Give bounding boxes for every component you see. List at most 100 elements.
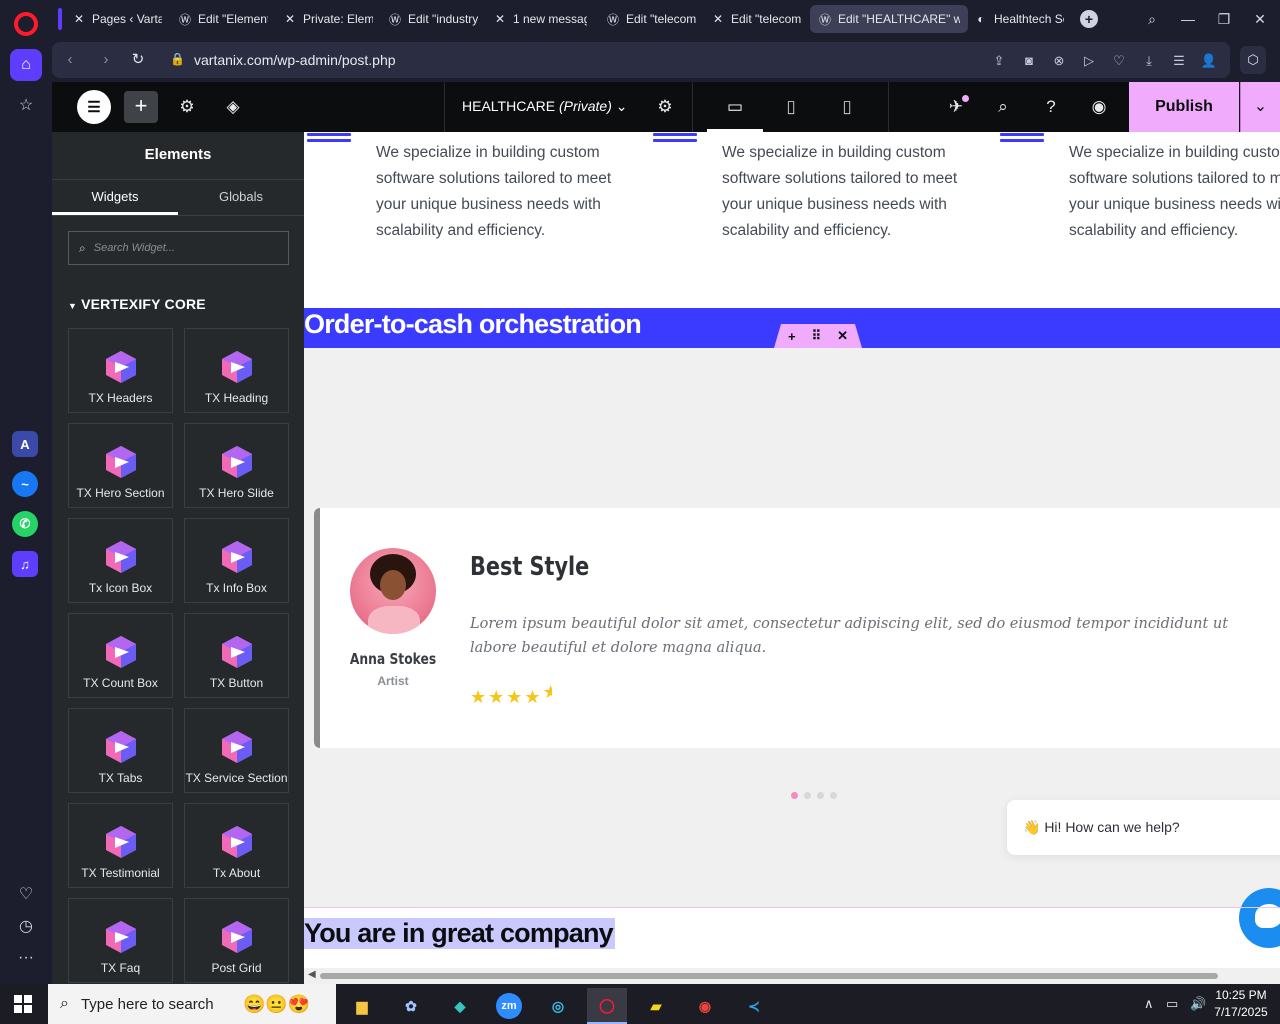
widget-tx-count-box[interactable]: TX Count Box (68, 613, 173, 698)
volume-icon[interactable]: 🔊 (1190, 996, 1206, 1012)
tab-edit-industry[interactable]: Ⓦ Edit "industry" (380, 5, 486, 33)
elementor-logo-icon[interactable]: ☰ (77, 90, 111, 124)
messenger-icon[interactable]: ~ (12, 471, 38, 497)
testimonial-card[interactable]: Anna Stokes Artist Best Style Lorem ipsu… (314, 508, 1280, 748)
search-widget-input[interactable] (93, 242, 264, 254)
opera-taskbar-icon[interactable]: ◯ (587, 988, 627, 1024)
star-icon[interactable]: ☆ (10, 89, 42, 121)
widget-tx-info-box[interactable]: Tx Info Box (184, 518, 289, 603)
easy-setup-icon[interactable]: ☰ (1170, 52, 1188, 70)
carousel-dot[interactable] (817, 792, 824, 799)
restore-button[interactable]: ❐ (1212, 8, 1236, 30)
tray-expand-icon[interactable]: ∧ (1144, 996, 1154, 1012)
edge-icon[interactable]: ◎ (538, 988, 578, 1024)
widget-tx-faq[interactable]: TX Faq (68, 898, 173, 983)
delete-section-icon[interactable]: ✕ (837, 328, 848, 344)
search-tabs-icon[interactable]: ⌕ (1140, 8, 1164, 30)
widget-post-grid[interactable]: Post Grid (184, 898, 289, 983)
tab-edit-healthcare[interactable]: ⓌEdit "HEALTHCARE" with (810, 5, 968, 33)
company-heading[interactable]: You are in great company (304, 918, 615, 949)
widget-tx-icon-box[interactable]: Tx Icon Box (68, 518, 173, 603)
tab-healthtech[interactable]: ◐ Healthtech So (966, 5, 1072, 33)
file-explorer-icon[interactable]: ▆ (342, 988, 382, 1024)
add-section-icon[interactable]: + (788, 329, 796, 344)
whatsapp-icon[interactable]: ✆ (12, 511, 38, 537)
publish-options-chevron-icon[interactable]: ⌄ (1240, 82, 1280, 132)
network-icon[interactable]: ▭ (1166, 996, 1178, 1012)
widget-tx-hero-section[interactable]: TX Hero Section (68, 423, 173, 508)
system-clock[interactable]: 10:25 PM 7/17/2025 (1210, 987, 1272, 1021)
back-button[interactable]: ‹ (60, 50, 80, 70)
taskbar-search-input[interactable] (80, 995, 231, 1013)
widget-tx-about[interactable]: Tx About (184, 803, 289, 888)
carousel-dot[interactable] (830, 792, 837, 799)
taskbar-search[interactable]: ⌕ 😄😐😍 (48, 984, 336, 1024)
minimize-button[interactable]: — (1176, 8, 1200, 30)
camera-icon[interactable]: ◙ (1020, 52, 1038, 70)
widget-tx-testimonial[interactable]: TX Testimonial (68, 803, 173, 888)
tab-private-elementor[interactable]: ✕Private: Elementor (275, 5, 381, 33)
mobile-device-icon[interactable]: ▯ (819, 82, 875, 132)
widget-tx-button[interactable]: TX Button (184, 613, 289, 698)
carousel-dot[interactable] (804, 792, 811, 799)
windows-start-icon[interactable] (14, 995, 32, 1013)
search-icon[interactable]: ⌕ (992, 96, 1014, 118)
lock-icon[interactable]: 🔒 (170, 52, 185, 66)
carousel-dot[interactable] (791, 792, 798, 799)
drag-handle-icon[interactable]: ⠿ (812, 328, 822, 344)
adblock-icon[interactable]: ⊗ (1050, 52, 1068, 70)
zoom-icon[interactable]: zm (489, 988, 529, 1024)
widget-tx-tabs[interactable]: TX Tabs (68, 708, 173, 793)
paint-icon[interactable]: ✿ (391, 988, 431, 1024)
reload-button[interactable]: ↻ (128, 50, 148, 70)
widget-tx-heading[interactable]: TX Heading (184, 328, 289, 413)
tab-globals[interactable]: Globals (178, 180, 304, 215)
widget-tx-service-section[interactable]: TX Service Section (184, 708, 289, 793)
heart-icon[interactable]: ♡ (10, 878, 42, 910)
app-gem-icon[interactable]: ◆ (440, 988, 480, 1024)
category-vertexify-core[interactable]: ▼ VERTEXIFY CORE (68, 296, 206, 312)
add-element-button[interactable]: + (124, 91, 158, 123)
scroll-left-icon[interactable]: ◀ (308, 969, 316, 980)
forward-button[interactable]: › (96, 50, 116, 70)
music-player-icon[interactable]: ♫ (12, 551, 38, 577)
tab-new-message[interactable]: ✕1 new message (485, 5, 595, 33)
tab-edit-telecom-1[interactable]: Ⓦ Edit "telecom" (598, 5, 704, 33)
widget-tx-hero-slide[interactable]: TX Hero Slide (184, 423, 289, 508)
tab-edit-telecom-2[interactable]: ✕ Edit "telecom" (703, 5, 809, 33)
favorite-icon[interactable]: ♡ (1110, 52, 1128, 70)
tablet-device-icon[interactable]: ▯ (763, 82, 819, 132)
chrome-icon[interactable]: ◉ (685, 988, 725, 1024)
opera-logo-icon[interactable] (14, 12, 38, 36)
send-icon[interactable]: ▷ (1080, 52, 1098, 70)
aria-app-icon[interactable]: A (12, 431, 38, 457)
site-settings-icon[interactable]: ⚙ (176, 96, 198, 118)
close-window-button[interactable]: ✕ (1248, 8, 1272, 30)
page-settings-icon[interactable]: ⚙ (654, 96, 676, 118)
sticky-notes-icon[interactable]: ▰ (636, 988, 676, 1024)
widget-tx-headers[interactable]: TX Headers (68, 328, 173, 413)
preview-eye-icon[interactable]: ◉ (1088, 96, 1110, 118)
more-icon[interactable]: ··· (10, 942, 42, 974)
page-title-dropdown[interactable]: HEALTHCARE (Private) ⌄ (462, 98, 628, 115)
chat-greeting-bubble[interactable]: 👋 Hi! How can we help? (1007, 800, 1280, 855)
tab-edit-elementor[interactable]: ⓌEdit "Elementor" (170, 5, 276, 33)
download-icon[interactable]: ⤓ (1140, 52, 1158, 70)
tab-widgets[interactable]: Widgets (52, 180, 178, 215)
address-field[interactable]: ‹ › ↻ 🔒 vartanix.com/wp-admin/post.php ⇪… (52, 42, 1230, 78)
horizontal-scrollbar[interactable]: ◀ (304, 968, 1280, 984)
structure-layers-icon[interactable]: ◈ (222, 96, 244, 118)
extensions-icon[interactable]: ⬡ (1240, 46, 1266, 74)
desktop-device-icon[interactable]: ▭ (707, 82, 763, 132)
share-icon[interactable]: ⇪ (990, 52, 1008, 70)
new-tab-button[interactable]: + (1080, 10, 1098, 28)
url-text[interactable]: vartanix.com/wp-admin/post.php (194, 52, 396, 68)
vscode-icon[interactable]: ≺ (734, 988, 774, 1024)
help-icon[interactable]: ? (1040, 96, 1062, 118)
scroll-thumb[interactable] (320, 973, 1218, 979)
tab-pages[interactable]: ✕Pages ‹ Vartanix (64, 5, 170, 33)
home-icon[interactable]: ⌂ (10, 49, 42, 81)
section-handle[interactable]: + ⠿ ✕ (774, 324, 862, 348)
profile-icon[interactable]: 👤 (1200, 52, 1218, 70)
history-icon[interactable]: ◷ (10, 910, 42, 942)
